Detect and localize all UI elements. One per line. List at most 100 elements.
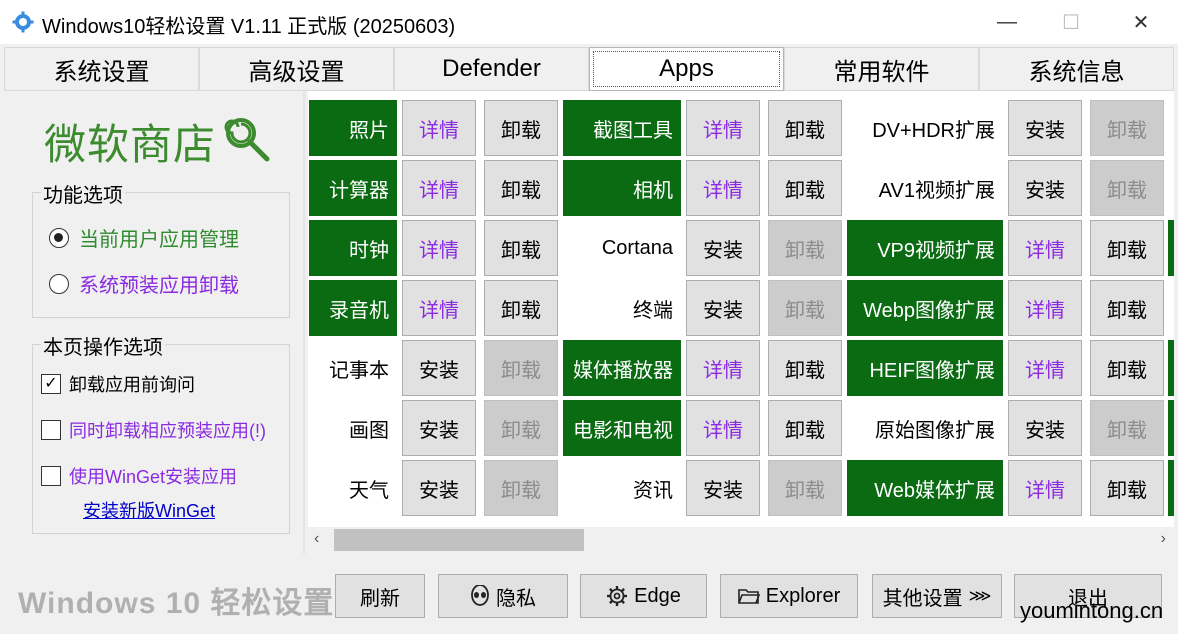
app-install-button[interactable]: 安装	[402, 400, 476, 456]
checkbox[interactable]	[41, 420, 61, 440]
app-detail-button[interactable]: 详情	[402, 160, 476, 216]
horizontal-scrollbar[interactable]: ‹ ›	[308, 527, 1174, 553]
refresh-button[interactable]: 刷新	[335, 574, 425, 618]
app-install-button[interactable]: 安装	[402, 340, 476, 396]
app-install-button[interactable]: 安装	[686, 460, 760, 516]
app-install-button[interactable]: 安装	[1008, 100, 1082, 156]
app-name-label: DV+HDR扩展	[872, 119, 995, 142]
next-column-edge	[1168, 460, 1174, 516]
app-name-label: 天气	[349, 479, 389, 502]
title-bar: Windows10轻松设置 V1.11 正式版 (20250603) — ☐ ✕	[0, 0, 1178, 44]
footer-title: Windows 10 轻松设置	[18, 587, 335, 620]
function-options-group: 功能选项 当前用户应用管理 系统预装应用卸载	[32, 179, 290, 318]
radio-system-preinstalled[interactable]: 系统预装应用卸载	[49, 269, 239, 298]
app-install-button[interactable]: 安装	[686, 280, 760, 336]
app-grid: 照片 详情 卸载 计算器 详情 卸载 时钟 详情 卸载 录音机 详情 卸载 记事本 安装 卸载 画图 安装 卸载天…	[308, 91, 1174, 527]
app-uninstall-button: 卸载	[768, 460, 842, 516]
app-name-label: 记事本	[329, 359, 389, 382]
checkbox[interactable]: ✓	[41, 374, 61, 394]
app-install-button[interactable]: 安装	[1008, 400, 1082, 456]
app-detail-button[interactable]: 详情	[402, 280, 476, 336]
checkbox[interactable]	[41, 466, 61, 486]
app-install-button[interactable]: 安装	[1008, 160, 1082, 216]
app-uninstall-button[interactable]: 卸载	[1090, 280, 1164, 336]
app-uninstall-button: 卸载	[484, 400, 558, 456]
app-uninstall-button[interactable]: 卸载	[484, 220, 558, 276]
store-title: 微软商店	[44, 121, 217, 168]
maximize-button[interactable]: ☐	[1042, 0, 1100, 44]
tab-system-info[interactable]: 系统信息	[979, 47, 1174, 91]
app-uninstall-button[interactable]: 卸载	[768, 340, 842, 396]
app-detail-button[interactable]: 详情	[686, 340, 760, 396]
tab-defender[interactable]: Defender	[394, 47, 589, 91]
install-winget-link[interactable]: 安装新版WinGet	[83, 497, 215, 523]
tab-system-settings[interactable]: 系统设置	[4, 47, 199, 91]
app-name-label: Webp图像扩展	[847, 280, 1003, 336]
app-install-button[interactable]: 安装	[686, 220, 760, 276]
app-uninstall-button[interactable]: 卸载	[768, 100, 842, 156]
tab-label: 系统信息	[1028, 58, 1125, 86]
tab-apps[interactable]: Apps	[589, 47, 784, 91]
privacy-button[interactable]: 隐私	[438, 574, 568, 618]
close-button[interactable]: ✕	[1112, 0, 1170, 44]
tab-label: 系统设置	[53, 58, 150, 86]
app-name-label: 计算器	[309, 160, 397, 216]
app-uninstall-button[interactable]: 卸载	[1090, 220, 1164, 276]
app-uninstall-button[interactable]: 卸载	[1090, 460, 1164, 516]
button-label: Edge	[634, 584, 681, 607]
scroll-thumb[interactable]	[334, 529, 584, 551]
left-panel: 微软商店 功能选项 当前用户应用管理 系统预装应用卸载 本页操作选项 ✓ 卸载应…	[4, 91, 305, 554]
checkbox-uninstall-preinstalled[interactable]: 同时卸载相应预装应用(!)	[41, 417, 266, 443]
app-name-label: 终端	[633, 299, 673, 322]
explorer-button[interactable]: Explorer	[720, 574, 858, 618]
app-detail-button[interactable]: 详情	[1008, 220, 1082, 276]
checkbox-use-winget[interactable]: 使用WinGet安装应用	[41, 463, 237, 489]
app-detail-button[interactable]: 详情	[1008, 340, 1082, 396]
app-uninstall-button[interactable]: 卸载	[484, 280, 558, 336]
app-detail-button[interactable]: 详情	[402, 220, 476, 276]
radio-button[interactable]	[49, 273, 69, 294]
checkbox-label: 使用WinGet安装应用	[69, 467, 238, 487]
app-uninstall-button: 卸载	[1090, 100, 1164, 156]
app-detail-button[interactable]: 详情	[686, 400, 760, 456]
tab-bar: 系统设置 高级设置 Defender Apps 常用软件 系统信息	[4, 47, 1174, 91]
app-uninstall-button[interactable]: 卸载	[484, 100, 558, 156]
tab-common-software[interactable]: 常用软件	[784, 47, 979, 91]
radio-current-user[interactable]: 当前用户应用管理	[49, 223, 239, 252]
tab-label: Defender	[442, 55, 541, 82]
tab-advanced-settings[interactable]: 高级设置	[199, 47, 394, 91]
checkbox-ask-before-uninstall[interactable]: ✓ 卸载应用前询问	[41, 371, 195, 397]
app-detail-button[interactable]: 详情	[1008, 460, 1082, 516]
folder-icon	[737, 589, 760, 604]
app-name-label: 资讯	[633, 479, 673, 502]
app-name-label: HEIF图像扩展	[847, 340, 1003, 396]
app-uninstall-button[interactable]: 卸载	[768, 160, 842, 216]
app-detail-button[interactable]: 详情	[1008, 280, 1082, 336]
minimize-button[interactable]: —	[978, 0, 1036, 44]
scroll-left-icon[interactable]: ‹	[314, 530, 319, 548]
app-detail-button[interactable]: 详情	[686, 100, 760, 156]
button-label: 隐私	[496, 587, 536, 610]
scroll-right-icon[interactable]: ›	[1161, 530, 1166, 548]
edge-button[interactable]: Edge	[580, 574, 707, 618]
app-uninstall-button[interactable]: 卸载	[768, 400, 842, 456]
checkbox-label: 同时卸载相应预装应用(!)	[69, 421, 266, 441]
more-settings-button[interactable]: 其他设置 ⋙	[872, 574, 1002, 618]
watermark: youmintong.cn	[1020, 598, 1164, 623]
app-name-label: Cortana	[601, 236, 673, 259]
app-uninstall-button[interactable]: 卸载	[1090, 340, 1164, 396]
app-detail-button[interactable]: 详情	[686, 160, 760, 216]
app-name-label: 时钟	[309, 220, 397, 276]
radio-button[interactable]	[49, 227, 69, 248]
app-name-label: VP9视频扩展	[847, 220, 1003, 276]
alien-icon	[471, 585, 489, 606]
app-detail-button[interactable]: 详情	[402, 100, 476, 156]
app-install-button[interactable]: 安装	[402, 460, 476, 516]
next-column-edge	[1168, 340, 1174, 396]
gear-icon	[607, 586, 628, 606]
app-uninstall-button[interactable]: 卸载	[484, 160, 558, 216]
app-uninstall-button: 卸载	[768, 280, 842, 336]
app-name-label: 截图工具	[563, 100, 681, 156]
app-name-label: 照片	[309, 100, 397, 156]
radio-label: 系统预装应用卸载	[79, 275, 239, 297]
